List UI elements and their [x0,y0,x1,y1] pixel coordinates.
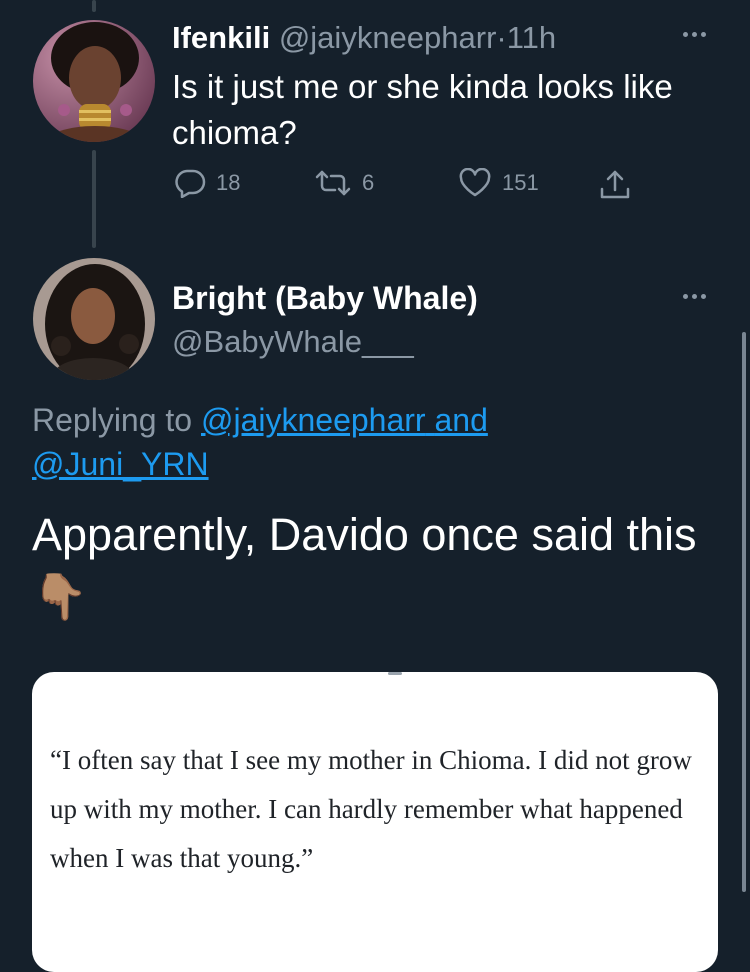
tweet-text: Apparently, Davido once said this 👇🏽 [32,504,722,628]
quote-text: “I often say that I see my mother in Chi… [50,745,692,873]
thread-line-top [92,0,96,12]
tweet-actions: 18 6 151 [172,168,652,208]
replying-to: Replying to @jaiykneepharr and @Juni_YRN [32,398,712,486]
heart-icon [459,168,491,197]
retweet-count: 6 [362,170,375,195]
separator-dot: · [496,20,507,55]
display-name[interactable]: Ifenkili [172,20,270,55]
tweet-text: Is it just me or she kinda looks like ch… [172,68,673,151]
more-dots-icon[interactable] [683,294,706,299]
mention-link-jaiykneepharr[interactable]: @jaiykneepharr [201,402,426,438]
more-dots-icon[interactable] [683,32,706,37]
media-card[interactable]: “I often say that I see my mother in Chi… [32,672,718,972]
card-top-mark [388,672,402,675]
handle[interactable]: @jaiykneepharr [279,20,497,55]
display-name[interactable]: Bright (Baby Whale) [172,278,478,318]
replying-prefix: Replying to [32,402,193,438]
share-button[interactable] [598,168,632,202]
like-button[interactable]: 151 [458,168,539,198]
share-icon [600,170,630,199]
like-count: 151 [502,170,539,195]
reply-bubble-icon [175,169,206,198]
tweet-text-body: Apparently, Davido once said this [32,509,697,560]
replying-and[interactable]: and [434,402,487,438]
reply-count: 18 [216,170,241,195]
pointing-down-emoji: 👇🏽 [32,571,89,622]
avatar-ifenkili[interactable] [33,20,155,142]
handle[interactable]: @BabyWhale___ [172,322,414,362]
avatar-bright[interactable] [33,258,155,380]
retweet-button[interactable]: 6 [314,168,374,198]
retweet-icon [315,170,351,196]
thread-line-connector [92,150,96,248]
scrollbar[interactable] [742,332,746,892]
mention-link-juni-yrn[interactable]: @Juni_YRN [32,446,209,482]
tweet1-header: Ifenkili @jaiykneepharr·11h [172,18,556,58]
timestamp[interactable]: 11h [507,20,556,55]
reply-button[interactable]: 18 [174,168,240,198]
